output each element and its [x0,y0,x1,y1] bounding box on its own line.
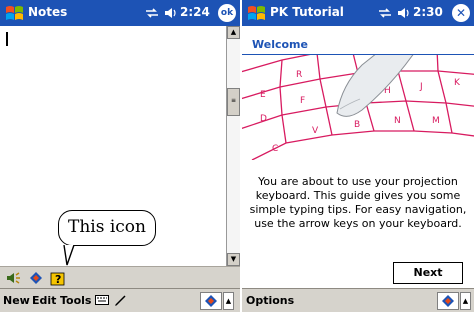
menu-edit[interactable]: Edit [32,294,56,307]
menu-bar: Options ▲ [242,288,474,312]
pk-help-icon[interactable]: ? [50,270,66,286]
pk-tutorial-screen: PK Tutorial 2:30 ✕ Welcome ERD FGH JCV B… [242,0,474,312]
projected-keyboard-illustration: ERD FGH JCV BNM K [242,55,474,160]
svg-text:K: K [454,78,461,88]
svg-text:?: ? [55,273,61,286]
tutorial-description: You are about to use your projection key… [249,175,467,230]
pen-icon[interactable] [114,293,128,307]
close-button[interactable]: ✕ [452,4,470,22]
svg-text:N: N [394,116,401,126]
input-panel-icon[interactable] [437,292,459,310]
speaker-icon[interactable] [396,6,410,20]
connectivity-icon[interactable] [145,6,159,20]
menu-bar: New Edit Tools ▲ [0,288,240,312]
svg-text:D: D [260,114,267,124]
input-panel-arrow[interactable]: ▲ [223,292,234,310]
clock[interactable]: 2:24 [180,5,210,19]
page-heading: Welcome [252,38,308,51]
text-caret [6,32,8,46]
svg-text:E: E [260,90,266,100]
svg-text:V: V [312,126,319,136]
svg-text:B: B [354,120,360,130]
svg-text:J: J [419,82,423,92]
svg-text:C: C [272,144,278,154]
keyboard-icon[interactable] [95,294,109,306]
scroll-thumb[interactable]: ≡ [227,88,240,116]
ok-button[interactable]: ok [218,4,236,22]
next-button[interactable]: Next [393,262,463,284]
svg-text:R: R [296,70,302,80]
windows-start-icon[interactable] [3,3,25,23]
input-panel-arrow[interactable]: ▲ [460,292,471,310]
speaker-icon[interactable] [163,6,177,20]
menu-tools[interactable]: Tools [60,294,91,307]
windows-start-icon[interactable] [245,3,267,23]
app-title: Notes [28,5,68,19]
app-title: PK Tutorial [270,5,344,19]
title-bar: PK Tutorial 2:30 ✕ [242,0,474,26]
clock[interactable]: 2:30 [413,5,443,19]
input-method-icon[interactable] [28,270,44,286]
note-toolbar: ? [0,266,240,289]
vertical-scrollbar[interactable]: ▲ ≡ ▼ [226,26,240,266]
callout-pointer [63,245,75,266]
svg-text:M: M [432,116,440,126]
callout-label: This icon [58,210,156,246]
notes-screen: Notes 2:24 ok ▲ ≡ ▼ This icon ? New Edit… [0,0,240,312]
menu-options[interactable]: Options [246,294,294,307]
menu-new[interactable]: New [3,294,30,307]
connectivity-icon[interactable] [378,6,392,20]
title-bar: Notes 2:24 ok [0,0,240,26]
speaker-record-icon[interactable] [6,270,22,286]
scroll-down-button[interactable]: ▼ [227,253,240,266]
input-panel-icon[interactable] [200,292,222,310]
svg-text:F: F [300,96,305,106]
scroll-up-button[interactable]: ▲ [227,26,240,39]
